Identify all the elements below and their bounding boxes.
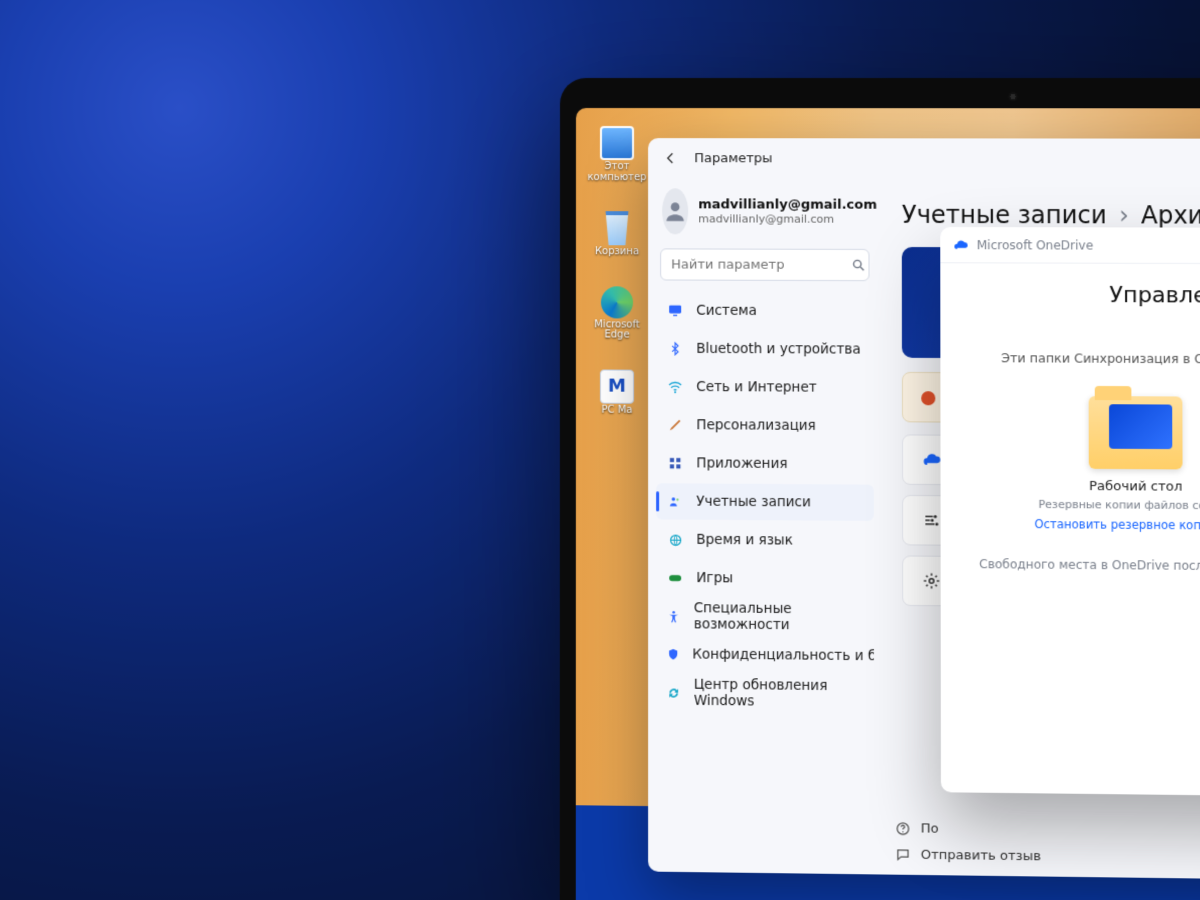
sidebar-item-privacy[interactable]: Конфиденциальность и безопас <box>656 636 874 674</box>
app-icon: M <box>600 369 634 403</box>
sidebar-item-label: Игры <box>696 570 733 586</box>
sidebar-item-label: Персонализация <box>696 417 816 434</box>
search-input[interactable] <box>671 257 842 273</box>
apps-icon <box>666 454 684 472</box>
tile-name: Рабочий стол <box>1089 479 1182 495</box>
desktop-icon-app[interactable]: M PC Ma <box>590 369 644 416</box>
sliders-icon <box>921 510 941 530</box>
sidebar-item-time[interactable]: Время и язык <box>656 521 874 559</box>
sidebar-item-label: Специальные возможности <box>694 600 864 634</box>
desktop-icon-label: Этот компьютер <box>588 162 647 183</box>
sidebar-item-apps[interactable]: Приложения <box>656 445 874 483</box>
desktop-icon-label: Корзина <box>595 247 639 258</box>
sidebar-item-system[interactable]: Система <box>656 293 873 330</box>
pc-icon <box>600 126 634 160</box>
feedback-link[interactable]: Отправить отзыв <box>894 846 1041 864</box>
sidebar-item-gaming[interactable]: Игры <box>656 560 874 598</box>
desktop-icons: Этот компьютер Корзина Microsoft Edge M … <box>590 126 644 416</box>
laptop-bezel: Этот компьютер Корзина Microsoft Edge M … <box>560 78 1200 900</box>
alert-icon <box>921 391 935 405</box>
feedback-icon <box>894 846 910 862</box>
person-icon <box>662 198 688 224</box>
wifi-icon <box>666 378 684 396</box>
cloud-icon <box>952 237 968 253</box>
accessibility-icon <box>666 607 682 625</box>
settings-sidebar: madvillianly@gmail.com madvillianly@gmai… <box>648 178 882 874</box>
sidebar-item-bluetooth[interactable]: Bluetooth и устройства <box>656 331 874 368</box>
recycle-bin-icon <box>602 211 632 245</box>
tile-desktop[interactable]: Рабочий стол Резервные копии файлов созд… <box>1024 396 1200 533</box>
tile-action-link[interactable]: Остановить резервное копирова <box>1034 517 1200 533</box>
brush-icon <box>666 416 684 434</box>
dialog-description: Эти папки Синхронизация в OneDrive. Новы… <box>1001 349 1200 370</box>
window-title: Параметры <box>694 151 772 166</box>
sidebar-item-label: Приложения <box>696 455 787 472</box>
desktop-icon-label: Microsoft Edge <box>590 320 644 341</box>
chevron-right-icon: › <box>1119 201 1129 229</box>
sidebar-item-accounts[interactable]: Учетные записи <box>656 483 874 521</box>
folder-tiles: Рабочий стол Резервные копии файлов созд… <box>967 396 1200 536</box>
profile-email: madvillianly@gmail.com <box>698 212 877 225</box>
tile-status: Резервные копии файлов создан <box>1038 498 1200 512</box>
sidebar-item-label: Bluetooth и устройства <box>696 341 861 358</box>
profile-name: madvillianly@gmail.com <box>698 197 877 212</box>
gear-icon <box>921 571 941 591</box>
dialog-titlebar[interactable]: Microsoft OneDrive <box>940 227 1200 265</box>
avatar <box>662 188 688 234</box>
dialog-app-name: Microsoft OneDrive <box>977 238 1094 252</box>
back-button[interactable] <box>662 149 680 167</box>
sidebar-item-label: Сеть и Интернет <box>696 379 816 396</box>
webcam <box>1008 92 1017 101</box>
shield-icon <box>666 645 680 663</box>
help-link[interactable]: По <box>894 820 1041 838</box>
game-icon <box>666 569 684 587</box>
folder-desktop-icon <box>1089 396 1183 469</box>
window-titlebar[interactable]: Параметры <box>648 138 1200 180</box>
help-label: По <box>921 821 939 836</box>
edge-icon <box>601 286 633 318</box>
breadcrumb-leaf: Архивация Wi <box>1141 201 1200 230</box>
feedback-label: Отправить отзыв <box>921 847 1041 864</box>
dialog-body: Управление резервным ко папок Эти папки … <box>940 263 1200 594</box>
sidebar-item-accessibility[interactable]: Специальные возможности <box>656 598 874 636</box>
dialog-footer: П <box>941 723 1200 799</box>
onedrive-dialog: Microsoft OneDrive Управление резервным … <box>940 227 1200 800</box>
sidebar-item-update[interactable]: Центр обновления Windows <box>656 674 874 712</box>
arrow-left-icon <box>663 150 679 166</box>
sidebar-item-label: Учетные записи <box>696 494 811 511</box>
globe-icon <box>666 531 684 549</box>
photo-backdrop: Этот компьютер Корзина Microsoft Edge M … <box>0 0 1200 900</box>
dialog-title: Управление резервным ко папок <box>967 281 1200 339</box>
search-box[interactable] <box>660 248 869 281</box>
profile-block[interactable]: madvillianly@gmail.com madvillianly@gmai… <box>656 182 873 247</box>
search-icon <box>850 257 866 273</box>
sidebar-item-label: Конфиденциальность и безопас <box>692 646 874 664</box>
desktop-icon-recycle-bin[interactable]: Корзина <box>590 211 644 258</box>
breadcrumb-root[interactable]: Учетные записи <box>902 201 1107 230</box>
sidebar-item-label: Система <box>696 303 757 319</box>
nav-list: Система Bluetooth и устройства <box>656 293 874 713</box>
free-space-text: Свободного места в OneDrive после выбора… <box>967 557 1200 576</box>
person-icon <box>666 492 684 510</box>
desktop-icon-this-pc[interactable]: Этот компьютер <box>590 126 644 183</box>
sidebar-item-label: Время и язык <box>696 532 793 549</box>
desktop-icon-label: PC Ma <box>601 405 632 416</box>
sidebar-item-label: Центр обновления Windows <box>694 677 864 711</box>
cloud-icon <box>921 450 941 470</box>
help-icon <box>894 820 910 836</box>
monitor-icon <box>666 302 684 320</box>
laptop-screen: Этот компьютер Корзина Microsoft Edge M … <box>576 108 1200 900</box>
update-icon <box>666 683 681 701</box>
bluetooth-icon <box>666 340 684 358</box>
sidebar-item-network[interactable]: Сеть и Интернет <box>656 369 874 406</box>
desktop-icon-edge[interactable]: Microsoft Edge <box>590 286 644 341</box>
sidebar-item-personalize[interactable]: Персонализация <box>656 407 874 444</box>
footer-links: По Отправить отзыв <box>894 820 1041 864</box>
